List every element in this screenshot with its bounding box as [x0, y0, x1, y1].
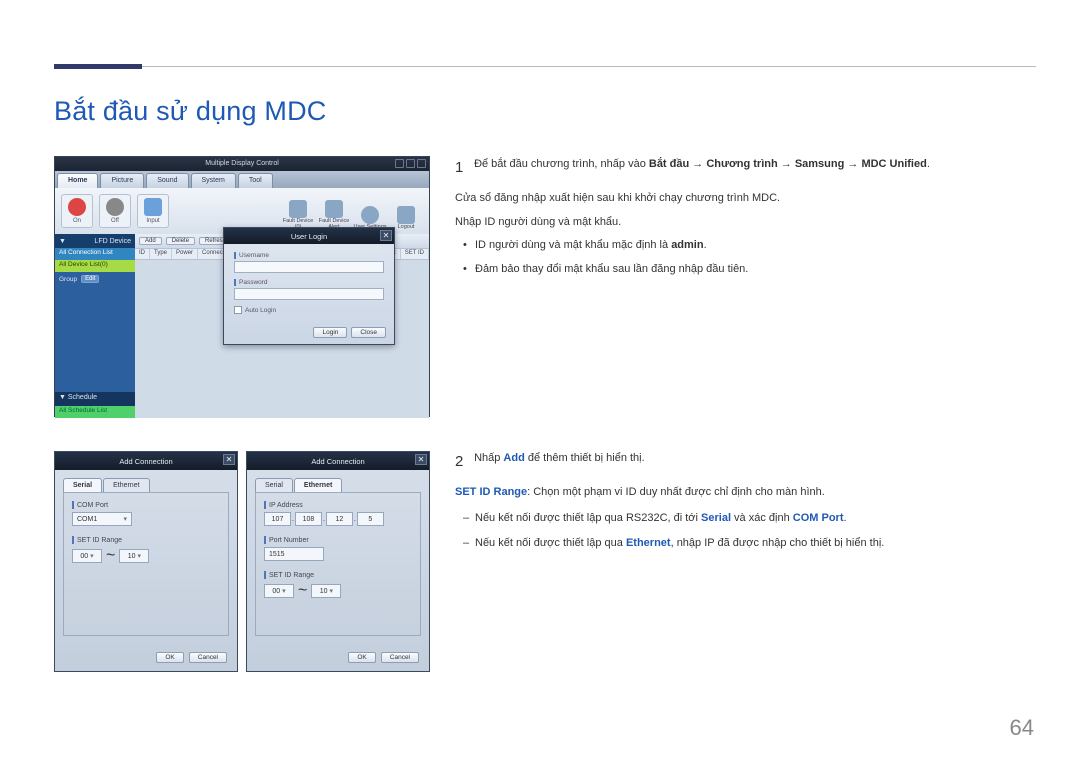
serial-cancel-button[interactable]: Cancel	[189, 652, 227, 663]
tab-system[interactable]: System	[191, 173, 236, 188]
port-number-label: Port Number	[264, 536, 412, 544]
add-connection-ethernet-dialog: Add Connection ✕ Serial Ethernet IP Addr…	[246, 451, 430, 672]
setid-from-input[interactable]: 00▾	[72, 549, 102, 563]
setid-from-input-2[interactable]: 00▾	[264, 584, 294, 598]
username-input[interactable]	[234, 261, 384, 273]
step-1-number: 1	[455, 156, 471, 180]
tab-sound[interactable]: Sound	[146, 173, 188, 188]
fault-device-icon[interactable]: Fault Device (0)	[281, 192, 315, 230]
header-rule	[54, 66, 1036, 67]
eth-cancel-button[interactable]: Cancel	[381, 652, 419, 663]
delete-button[interactable]: Delete	[166, 237, 195, 245]
sidebar: ▼LFD Device All Connection List All Devi…	[55, 234, 135, 418]
sidebar-schedule-header[interactable]: ▼ Schedule	[55, 392, 135, 406]
eth-ok-button[interactable]: OK	[348, 652, 375, 663]
range-tilde-2: ~	[298, 582, 307, 600]
tab-tool[interactable]: Tool	[238, 173, 273, 188]
start-menu-path: Bắt đầu → Chương trình → Samsung → MDC U…	[649, 158, 927, 170]
sidebar-lfd-header[interactable]: ▼LFD Device	[55, 234, 135, 248]
addcon-eth-titlebar: Add Connection ✕	[247, 452, 429, 470]
serial-tab[interactable]: Serial	[63, 478, 102, 492]
setid-range-label-2: SET ID Range	[264, 571, 412, 579]
port-number-input[interactable]: 1515	[264, 547, 324, 561]
step2-dash2: Nếu kết nối được thiết lập qua Ethernet,…	[455, 535, 1018, 553]
comport-label: COM Port	[72, 501, 220, 509]
sidebar-group-row: Group Edit	[55, 272, 135, 286]
range-tilde: ~	[106, 547, 115, 565]
login-titlebar: User Login ✕	[224, 228, 394, 244]
add-link-text: Add	[503, 452, 524, 464]
mdc-window: Multiple Display Control Home Picture So…	[54, 156, 430, 417]
chevron-down-icon: ▾	[123, 515, 127, 523]
add-button[interactable]: Add	[139, 237, 162, 245]
window-title: Multiple Display Control	[205, 160, 279, 167]
sidebar-all-device[interactable]: All Device List(0)	[55, 260, 135, 272]
password-input[interactable]	[234, 288, 384, 300]
step1-line2: Cửa sổ đăng nhập xuất hiện sau khi khởi …	[455, 190, 1018, 208]
sidebar-all-schedule[interactable]: All Schedule List	[55, 406, 135, 418]
maximize-icon[interactable]	[406, 159, 415, 168]
window-buttons	[395, 159, 426, 168]
password-label: Password	[234, 279, 384, 286]
fault-alert-icon[interactable]: Fault Device Alert	[317, 192, 351, 230]
tab-home[interactable]: Home	[57, 173, 98, 188]
ethernet-tab[interactable]: Ethernet	[103, 478, 149, 492]
setid-range-label: SET ID Range	[72, 536, 220, 544]
tab-picture[interactable]: Picture	[100, 173, 144, 188]
sidebar-all-connection[interactable]: All Connection List	[55, 248, 135, 260]
ip-address-input[interactable]: 107. 108. 12. 5	[264, 512, 412, 526]
step1-bullet1: ID người dùng và mật khẩu mặc định là ad…	[455, 237, 1018, 255]
page-number: 64	[1010, 715, 1034, 741]
step2-setid-line: SET ID Range: Chọn một phạm vi ID duy nh…	[455, 484, 1018, 502]
window-titlebar: Multiple Display Control	[55, 157, 429, 171]
addcon-serial-titlebar: Add Connection ✕	[55, 452, 237, 470]
comport-select[interactable]: COM1▾	[72, 512, 132, 526]
login-close-button[interactable]: Close	[351, 327, 386, 338]
user-login-dialog: User Login ✕ Username Password Auto Logi…	[223, 227, 395, 345]
user-settings-icon[interactable]: User Settings	[353, 192, 387, 230]
instruction-step-2: 2 Nhấp Add để thêm thiết bị hiển thị. SE…	[455, 450, 1018, 553]
minimize-icon[interactable]	[395, 159, 404, 168]
addcon-eth-close-icon[interactable]: ✕	[415, 454, 427, 465]
login-button[interactable]: Login	[313, 327, 347, 338]
close-icon[interactable]	[417, 159, 426, 168]
input-button[interactable]: Input	[137, 194, 169, 228]
auto-login-checkbox[interactable]: Auto Login	[234, 306, 384, 314]
login-close-icon[interactable]: ✕	[380, 230, 392, 241]
step1-bullet2: Đảm bảo thay đổi mật khẩu sau lần đăng n…	[455, 261, 1018, 279]
setid-to-input-2[interactable]: 10▾	[311, 584, 341, 598]
page-title: Bắt đầu sử dụng MDC	[54, 96, 327, 127]
logout-icon[interactable]: Logout	[389, 192, 423, 230]
step1-line3: Nhập ID người dùng và mật khẩu.	[455, 214, 1018, 232]
serial-tab-2[interactable]: Serial	[255, 478, 293, 492]
setid-to-input[interactable]: 10▾	[119, 549, 149, 563]
ribbon-tabs: Home Picture Sound System Tool	[55, 171, 429, 188]
power-on-button[interactable]: On	[61, 194, 93, 228]
instruction-step-1: 1 Để bắt đầu chương trình, nhấp vào Bắt …	[455, 156, 1018, 278]
addcon-serial-close-icon[interactable]: ✕	[223, 454, 235, 465]
sidebar-group-label: Group	[59, 276, 77, 283]
step-2-number: 2	[455, 450, 471, 474]
sidebar-edit-button[interactable]: Edit	[81, 275, 99, 283]
add-connection-serial-dialog: Add Connection ✕ Serial Ethernet COM Por…	[54, 451, 238, 672]
serial-ok-button[interactable]: OK	[156, 652, 183, 663]
power-off-button[interactable]: Off	[99, 194, 131, 228]
ethernet-tab-2[interactable]: Ethernet	[294, 478, 342, 492]
username-label: Username	[234, 252, 384, 259]
ip-address-label: IP Address	[264, 501, 412, 509]
step2-dash1: Nếu kết nối được thiết lập qua RS232C, đ…	[455, 510, 1018, 528]
